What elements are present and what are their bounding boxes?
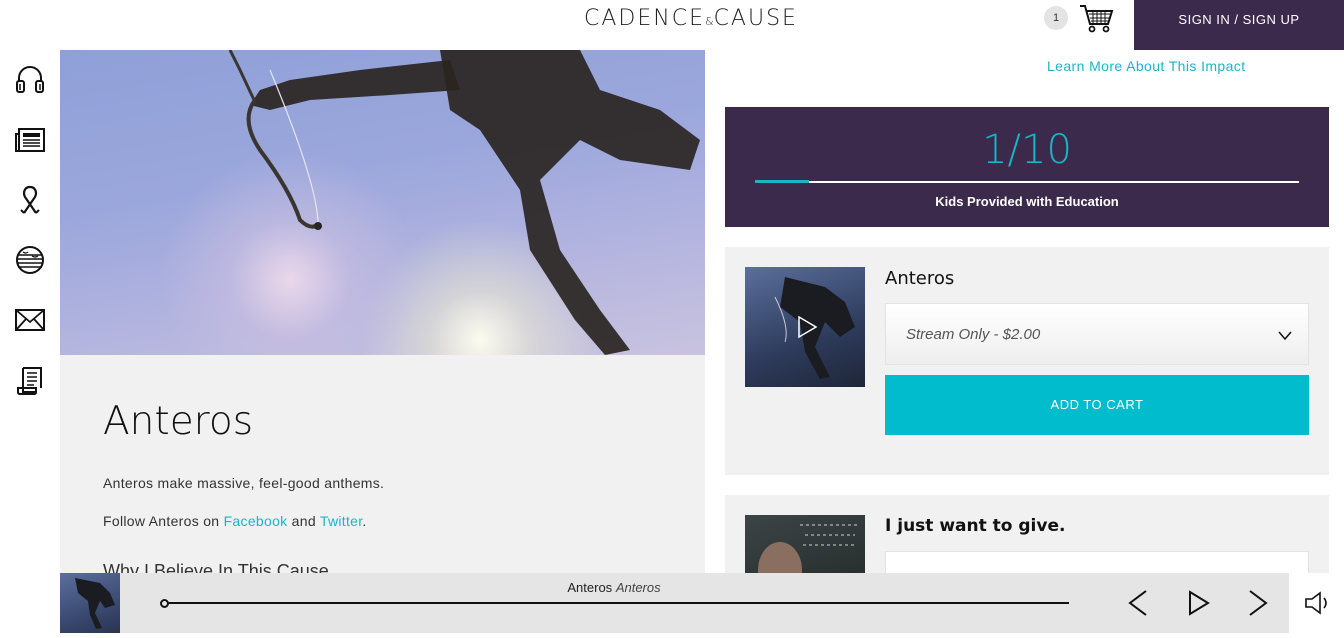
twitter-link[interactable]: Twitter xyxy=(320,513,363,529)
add-to-cart-button[interactable]: ADD TO CART xyxy=(885,375,1309,435)
give-thumbnail-figure xyxy=(758,524,860,573)
sidebar xyxy=(0,50,60,573)
ribbon-icon[interactable] xyxy=(14,184,46,216)
impact-label: Kids Provided with Education xyxy=(935,194,1119,209)
play-overlay-icon[interactable] xyxy=(796,315,818,339)
logo-text-main: CADENCE xyxy=(584,6,705,31)
give-thumbnail xyxy=(745,515,865,573)
artist-info-panel: Anteros Anteros make massive, feel-good … xyxy=(60,355,705,573)
now-playing-track: Anteros xyxy=(615,580,661,595)
learn-more-link[interactable]: Learn More About This Impact xyxy=(1047,58,1245,74)
price-option-select[interactable]: Stream Only - $2.00 xyxy=(885,303,1309,365)
artist-description: Anteros make massive, feel-good anthems. xyxy=(103,475,385,491)
player-progress-handle[interactable] xyxy=(160,599,169,608)
player-track-area: Anteros Anteros xyxy=(120,573,1108,633)
artist-hero-image xyxy=(60,50,705,355)
player-progress-bar[interactable] xyxy=(164,602,1069,604)
artist-follow-line: Follow Anteros on Facebook and Twitter. xyxy=(103,513,367,529)
chevron-down-icon xyxy=(1278,331,1292,341)
scroll-icon[interactable] xyxy=(14,364,46,396)
player-bar: Anteros Anteros xyxy=(60,573,1344,633)
header: CADENCE&CAUSE 1 SIGN IN / SIGN UP xyxy=(0,0,1344,50)
globe-icon[interactable] xyxy=(14,244,46,276)
cart-count-badge[interactable]: 1 xyxy=(1044,6,1068,30)
give-card: I just want to give. xyxy=(725,495,1329,573)
now-playing-artist: Anteros xyxy=(567,580,613,595)
logo-amp: & xyxy=(704,15,714,28)
product-title: Anteros xyxy=(885,268,955,289)
artist-name: Anteros xyxy=(103,399,254,444)
logo[interactable]: CADENCE&CAUSE xyxy=(584,6,798,31)
statue-figure xyxy=(228,50,700,355)
follow-and: and xyxy=(287,513,320,529)
previous-icon[interactable] xyxy=(1124,589,1152,617)
give-amount-input[interactable] xyxy=(885,551,1309,573)
follow-suffix: . xyxy=(362,513,367,529)
impact-progress-track xyxy=(755,180,1299,183)
now-playing: Anteros Anteros xyxy=(120,580,1108,595)
product-card: Anteros Stream Only - $2.00 ADD TO CART xyxy=(725,247,1329,475)
selected-option: Stream Only - $2.00 xyxy=(906,326,1041,343)
headphones-icon[interactable] xyxy=(14,64,46,96)
newspaper-icon[interactable] xyxy=(14,124,46,156)
signin-button[interactable]: SIGN IN / SIGN UP xyxy=(1134,0,1344,50)
impact-panel: 1/10 Kids Provided with Education xyxy=(725,107,1329,227)
player-controls xyxy=(1108,573,1289,633)
logo-text-end: CAUSE xyxy=(713,6,798,31)
why-heading: Why I Believe In This Cause xyxy=(103,561,329,573)
cart-icon[interactable] xyxy=(1078,2,1114,34)
facebook-link[interactable]: Facebook xyxy=(224,513,288,529)
follow-prefix: Follow Anteros on xyxy=(103,513,224,529)
give-title: I just want to give. xyxy=(885,516,1066,536)
impact-count: 1/10 xyxy=(982,127,1072,173)
mail-icon[interactable] xyxy=(14,304,46,336)
volume-icon[interactable] xyxy=(1304,590,1334,616)
player-thumbnail xyxy=(60,573,120,633)
product-thumbnail[interactable] xyxy=(745,267,865,387)
impact-progress-fill xyxy=(755,180,810,183)
player-thumbnail-figure xyxy=(75,578,115,629)
play-icon[interactable] xyxy=(1184,589,1212,617)
next-icon[interactable] xyxy=(1244,589,1272,617)
